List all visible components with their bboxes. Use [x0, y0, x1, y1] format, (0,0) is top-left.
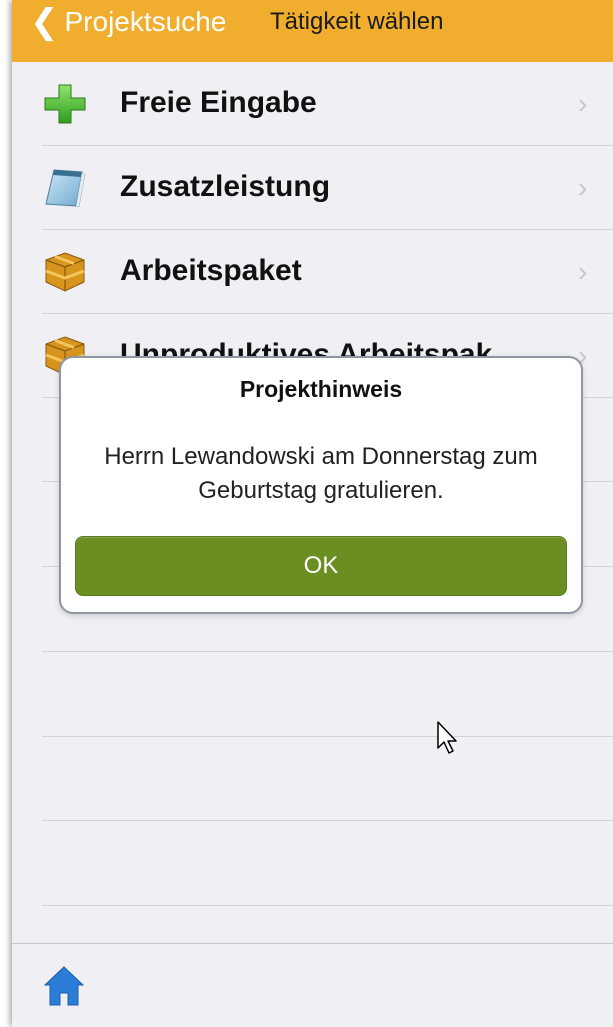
divider — [42, 820, 613, 821]
divider — [42, 651, 613, 652]
ok-button[interactable]: OK — [75, 536, 567, 596]
plus-icon — [44, 84, 86, 124]
notepad-icon — [45, 169, 86, 208]
divider — [42, 736, 613, 737]
list-item-freie-eingabe[interactable]: Freie Eingabe › — [12, 62, 613, 146]
chevron-right-icon: › — [578, 172, 588, 203]
list-item-label: Zusatzleistung — [120, 170, 331, 203]
back-button-label: Projektsuche — [64, 6, 227, 37]
package-icon — [45, 252, 85, 292]
navigation-bar: ❮ Projektsuche Tätigkeit wählen — [12, 0, 613, 62]
home-icon[interactable] — [42, 964, 86, 1008]
dialog-title: Projekthinweis — [239, 376, 403, 402]
list-item-zusatzleistung[interactable]: Zusatzleistung › — [12, 146, 613, 230]
page-title: Tätigkeit wählen — [270, 8, 444, 35]
divider — [42, 905, 613, 906]
chevron-left-icon: ❮ — [30, 3, 59, 41]
mouse-pointer-icon — [437, 721, 457, 754]
list-item-label: Freie Eingabe — [120, 86, 317, 119]
bottom-toolbar — [12, 943, 613, 1027]
back-button[interactable]: ❮ Projektsuche — [30, 2, 226, 42]
list-item-arbeitspaket[interactable]: Arbeitspaket › — [12, 230, 613, 314]
chevron-right-icon: › — [578, 88, 588, 119]
app-frame: ❮ Projektsuche Tätigkeit wählen Freie Ei… — [12, 0, 613, 1027]
alert-dialog: Projekthinweis Herrn Lewandowski am Donn… — [59, 356, 583, 614]
chevron-right-icon: › — [578, 256, 588, 287]
dialog-message: Herrn Lewandowski am Donnerstag zum Gebu… — [104, 443, 538, 504]
list-item-label: Arbeitspaket — [120, 254, 302, 287]
